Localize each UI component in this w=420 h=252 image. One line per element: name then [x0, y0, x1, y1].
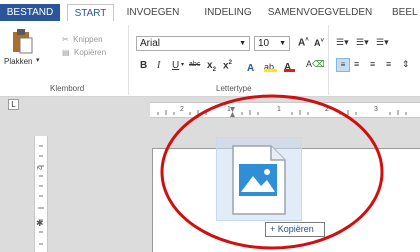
red-circle-annotation: [160, 94, 384, 250]
